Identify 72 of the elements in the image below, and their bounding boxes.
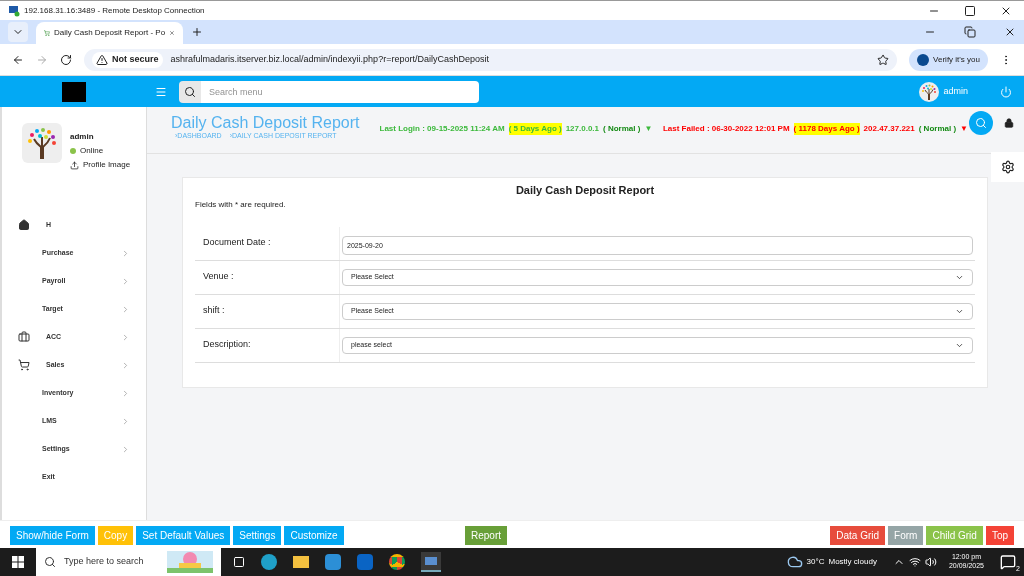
weather-text: Mostly cloudy [828,556,877,568]
form-title: Daily Cash Deposit Report [514,183,656,198]
reload-icon[interactable] [60,53,72,66]
chevron-icon [121,360,130,370]
tree-avatar-icon [22,123,62,163]
chevron-icon [121,444,130,454]
task-view-icon[interactable] [233,556,245,568]
field-label: Description: [195,328,340,362]
address-bar[interactable]: Not secure ashrafulmadaris.itserver.biz.local/admin/indexyii.php?r=report/DailyCashDeposit [84,48,898,71]
ip-address-text: 127.0.0.1 [565,123,600,135]
dropdown-marker[interactable]: ▼ [960,123,968,135]
browser-icon[interactable] [389,554,405,570]
bookmark-star-icon[interactable] [877,53,890,66]
tab-list-button[interactable] [8,22,28,42]
page-title: Daily Cash Deposit Report [171,115,360,131]
field-label: shift : [195,294,340,328]
window-title: 192.168.31.16:3489 - Remote Desktop Connection [24,4,205,17]
status-text: Online [80,145,104,157]
days-ago-highlight: ( 1178 Days Ago ) [793,123,860,135]
action-button[interactable]: Data Grid [830,526,886,545]
warning-icon [96,53,108,66]
url-text: ashrafulmadaris.itserver.biz.local/admin/indexyii.php?r=report/DailyCashDeposit [170,52,490,66]
search-icon [975,117,987,129]
windows-start-icon[interactable] [12,556,24,568]
search-icon [184,85,196,98]
chevron-icon [121,416,130,426]
gear-icon [1000,160,1015,174]
volume-icon[interactable] [924,556,937,568]
upload-icon [70,160,79,170]
remote-desktop-icon [8,4,20,17]
home-icon [18,219,30,231]
login-info-text: Last Failed : 06-30-2022 12:01 PM [662,123,790,135]
browser-tab[interactable]: Daily Cash Deposit Report - Po [36,22,183,44]
login-status-text: ( Normal ) [603,123,641,135]
briefcase-icon [18,331,30,343]
weather-icon [786,554,803,570]
search-button[interactable] [179,80,201,103]
cart-icon [18,359,30,371]
profile-image-link[interactable]: Profile Image [70,159,131,171]
required-note: Fields with * are required. [195,198,287,211]
temperature-text: 30°C [806,556,825,568]
login-status-text: ( Normal ) [918,123,957,135]
cart-icon [44,27,50,39]
maximize-icon[interactable] [964,4,976,17]
lock-icon[interactable] [1004,118,1014,128]
notifications-icon[interactable] [1000,554,1016,570]
restore-icon[interactable] [964,26,976,38]
chevron-icon [121,248,130,258]
wifi-icon[interactable] [908,556,921,568]
action-button[interactable]: Top [985,526,1014,545]
tree-avatar-icon [919,81,940,102]
settings-tab[interactable] [991,152,1024,182]
chevron-icon [121,388,130,398]
security-chip[interactable]: Not secure [92,51,163,68]
new-tab-icon[interactable] [191,26,203,38]
remote-desktop-icon[interactable] [421,552,441,572]
back-icon[interactable] [12,53,24,66]
chevron-icon [121,304,130,314]
field-label: Venue : [195,260,340,294]
login-info-text: Last Login : 09-15-2025 11:24 AM [379,123,505,135]
user-name: admin [70,131,95,143]
search-icon [44,556,56,568]
chevron-icon [121,332,130,342]
field-label: Document Date : [195,226,340,260]
chevron-icon [121,276,130,286]
taskbar-search-field[interactable]: Type here to search [36,548,221,576]
menu-search-field[interactable]: Search menu [201,80,479,103]
ip-address-text: 202.47.37.221 [863,123,915,135]
verify-profile-button[interactable]: Verify it's you [909,48,988,71]
close-icon[interactable] [1004,26,1016,38]
days-ago-highlight: ( 5 Days Ago ) [508,123,562,135]
logo [61,81,86,102]
